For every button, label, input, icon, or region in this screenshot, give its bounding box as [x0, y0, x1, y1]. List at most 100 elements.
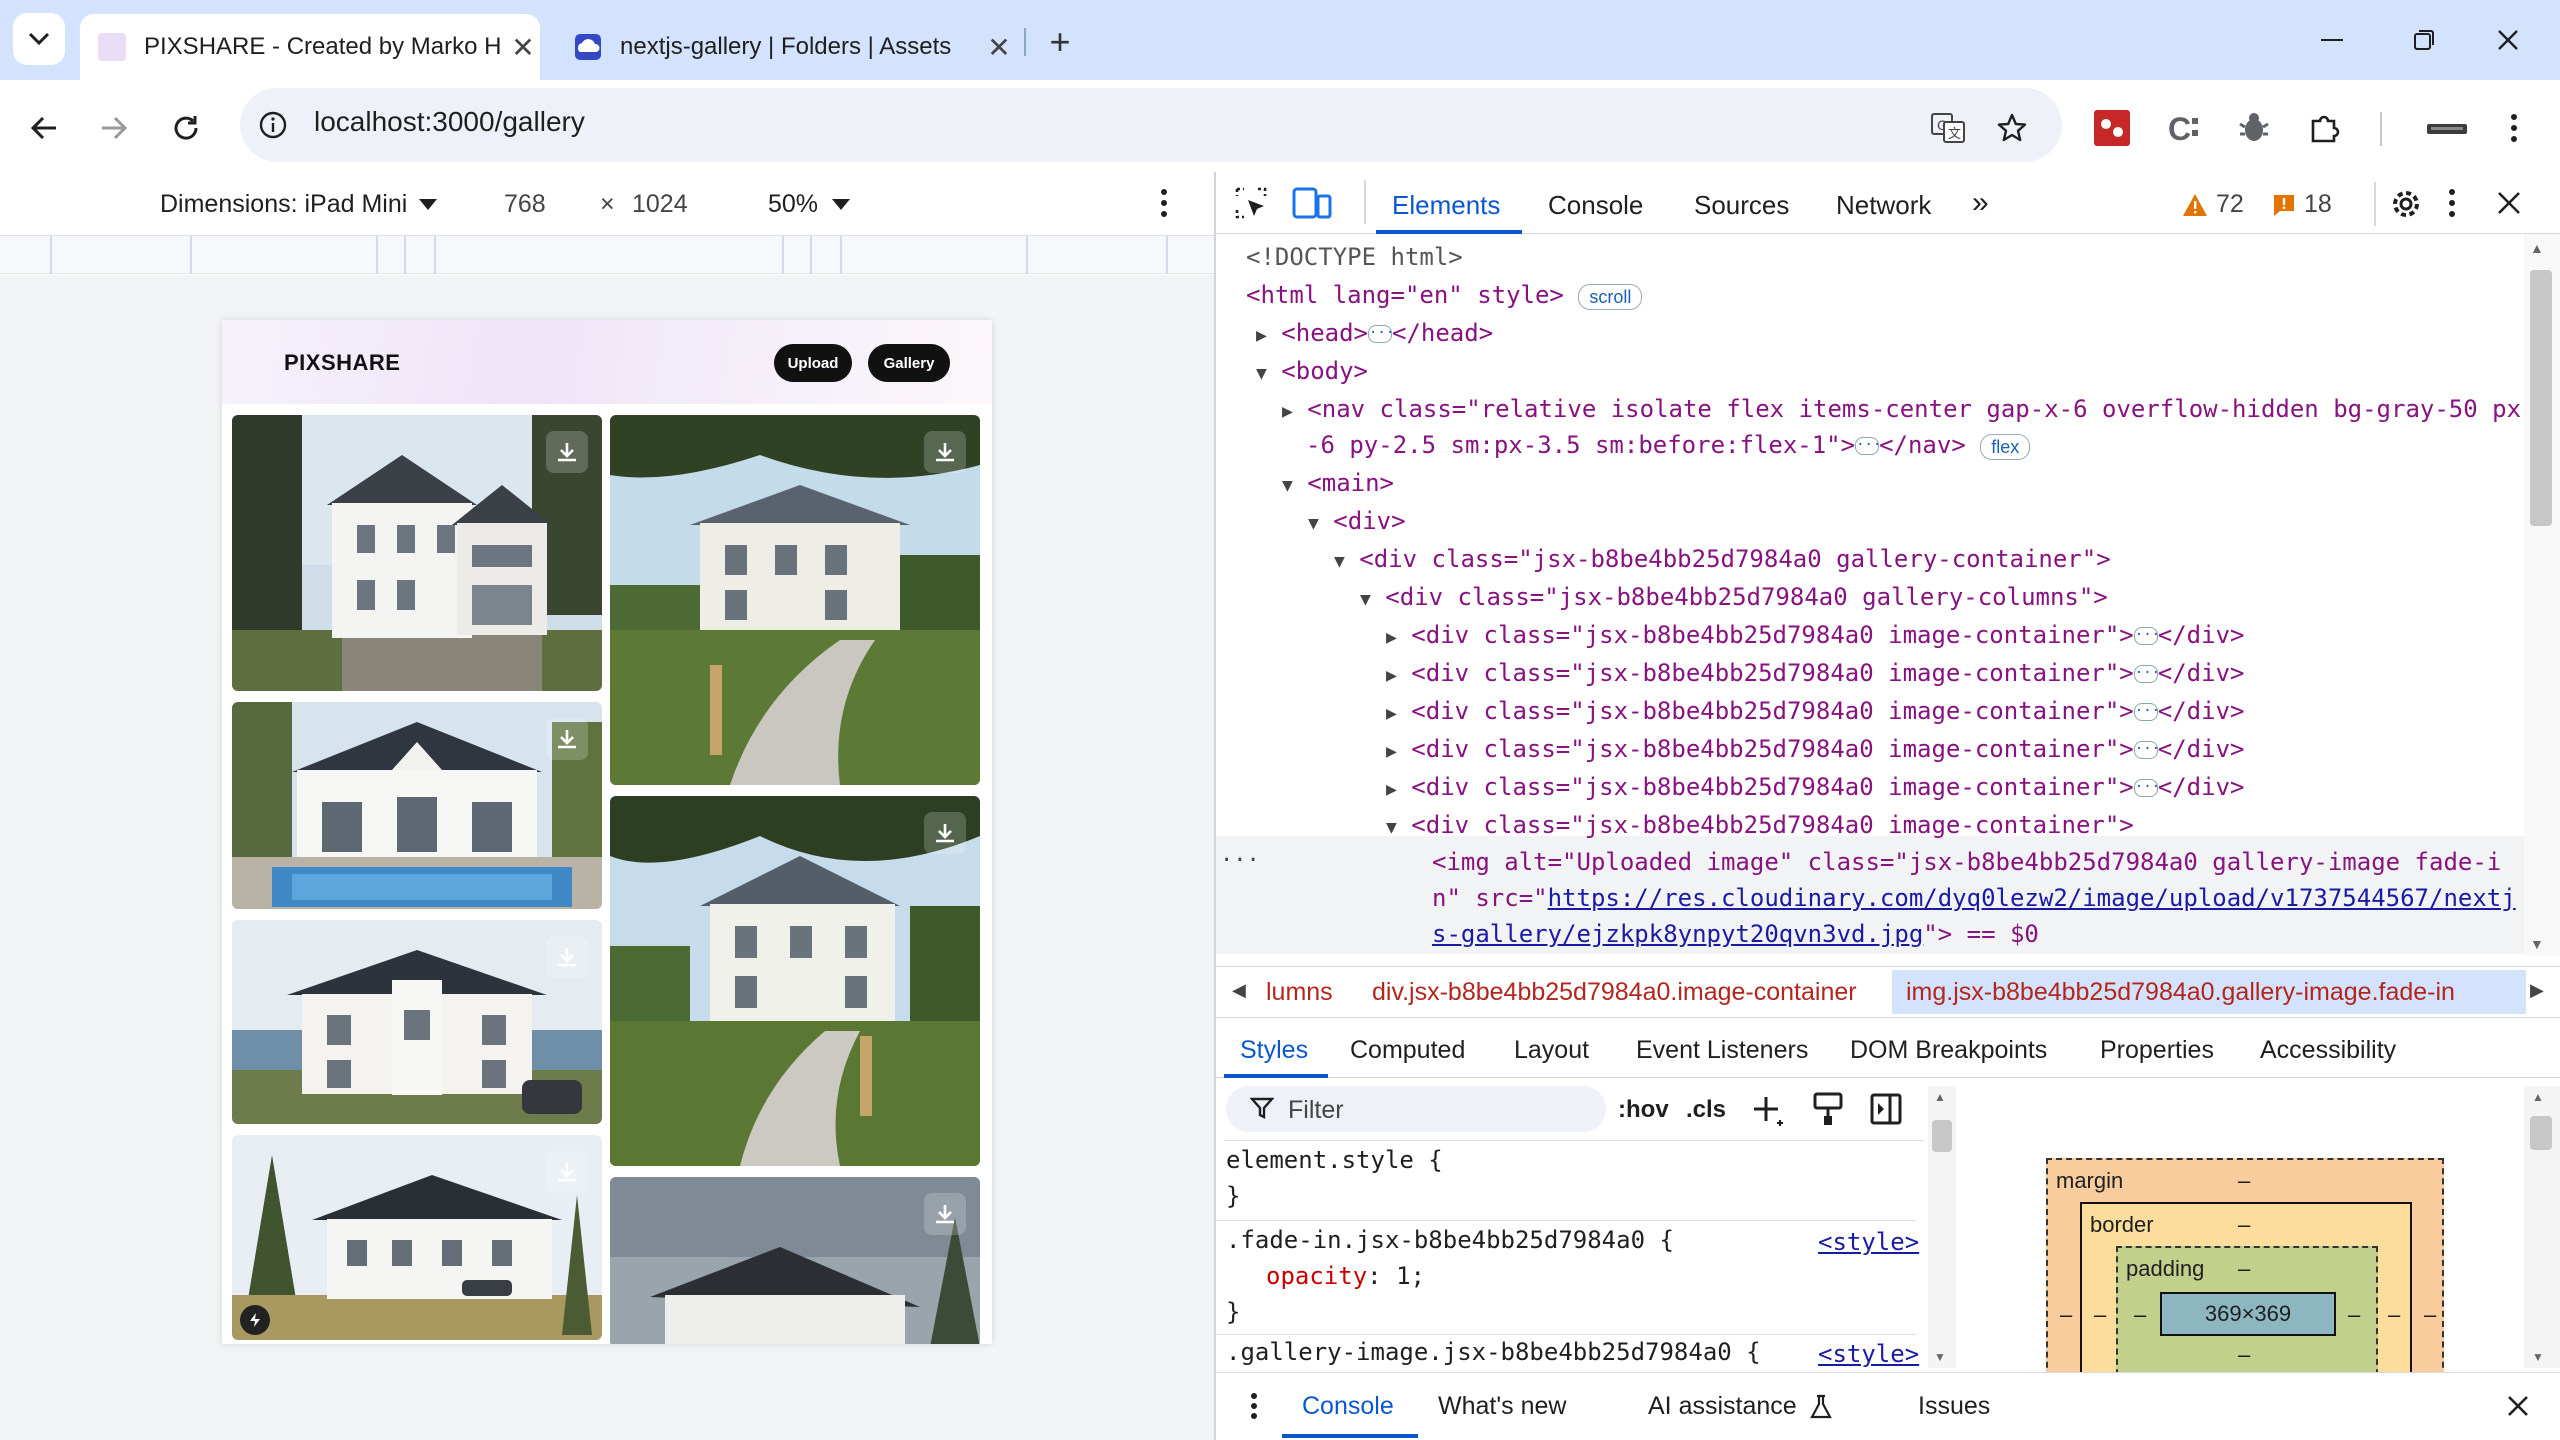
minimize-button[interactable]	[2304, 14, 2360, 66]
reload-button[interactable]	[162, 104, 210, 152]
subtab-styles[interactable]: Styles	[1240, 1036, 1308, 1065]
dom-node-actions-icon[interactable]: ···	[1220, 842, 1260, 880]
extension-c-icon[interactable]: C	[2160, 104, 2208, 152]
subtab-computed[interactable]: Computed	[1350, 1036, 1465, 1065]
download-button[interactable]	[546, 936, 588, 978]
subtab-properties[interactable]: Properties	[2100, 1036, 2214, 1065]
devtools-menu-icon[interactable]	[2448, 188, 2456, 218]
devtools-tab-network[interactable]: Network	[1836, 190, 1931, 221]
style-rule-selector[interactable]: .fade-in.jsx-b8be4bb25d7984a0 {	[1226, 1226, 1674, 1254]
zoom-select[interactable]: 50%	[768, 190, 851, 219]
download-button[interactable]	[546, 431, 588, 473]
inspect-element-icon[interactable]	[1234, 186, 1268, 220]
extensions-puzzle-icon[interactable]	[2300, 104, 2348, 152]
new-tab-button[interactable]: +	[1040, 21, 1080, 62]
forward-button[interactable]	[90, 104, 138, 152]
style-rule-selector[interactable]: element.style {	[1226, 1146, 1443, 1174]
drawer-tab-console[interactable]: Console	[1302, 1392, 1394, 1421]
drawer-tab-ai-assistance[interactable]: AI assistance	[1648, 1392, 1833, 1421]
dropdown-arrow-icon	[419, 198, 438, 210]
style-source-link[interactable]: <style>	[1818, 1228, 1919, 1256]
profile-avatar[interactable]	[2412, 104, 2482, 152]
dom-scrollbar-thumb[interactable]	[2530, 270, 2552, 526]
extension-red-icon[interactable]	[2088, 104, 2136, 152]
flex-badge[interactable]: flex	[1980, 434, 2031, 460]
url-text[interactable]: localhost:3000/gallery	[314, 106, 585, 138]
device-toolbar-menu-icon[interactable]	[1160, 188, 1168, 218]
dom-div: ▼ <div>	[1308, 507, 1406, 535]
box-model-scrollbar-thumb[interactable]	[2530, 1116, 2552, 1150]
box-model-content[interactable]: 369×369	[2160, 1292, 2336, 1336]
style-source-link[interactable]: <style>	[1818, 1340, 1919, 1368]
issues-counter[interactable]: 18	[2272, 190, 2332, 219]
drawer-tab-whats-new[interactable]: What's new	[1438, 1392, 1566, 1421]
media-query-ruler[interactable]	[0, 236, 1214, 274]
download-button[interactable]	[924, 1193, 966, 1235]
translate-icon[interactable]: G文	[1924, 104, 1972, 152]
browser-menu-icon[interactable]	[2490, 104, 2538, 152]
nextjs-dev-indicator[interactable]	[240, 1305, 270, 1335]
scroll-down-arrow-icon[interactable]: ▼	[2530, 936, 2544, 952]
subtab-layout[interactable]: Layout	[1514, 1036, 1589, 1065]
dom-img-src: n" src="https://res.cloudinary.com/dyq0l…	[1432, 884, 2516, 912]
devtools-close-icon[interactable]	[2496, 190, 2522, 216]
close-tab-icon[interactable]: ✕	[506, 30, 540, 64]
breadcrumb-item[interactable]: lumns	[1266, 978, 1333, 1007]
gallery-image[interactable]	[610, 796, 980, 1166]
dom-main: ▼ <main>	[1282, 469, 1394, 497]
restore-button[interactable]	[2396, 14, 2452, 66]
close-tab-icon[interactable]: ✕	[982, 30, 1016, 64]
drawer-close-icon[interactable]	[2506, 1394, 2530, 1418]
breadcrumb-item-selected[interactable]: img.jsx-b8be4bb25d7984a0.gallery-image.f…	[1906, 978, 2455, 1007]
download-button[interactable]	[924, 812, 966, 854]
page-logo[interactable]: PIXSHARE	[284, 350, 400, 376]
back-button[interactable]	[20, 104, 68, 152]
more-tabs-chevron-icon[interactable]: »	[1972, 186, 1989, 220]
devtools-settings-icon[interactable]	[2388, 186, 2424, 222]
drawer-menu-icon[interactable]	[1250, 1392, 1258, 1420]
download-button[interactable]	[546, 718, 588, 760]
subtab-dom-breakpoints[interactable]: DOM Breakpoints	[1850, 1036, 2047, 1065]
close-window-button[interactable]	[2480, 14, 2536, 66]
forward-arrow-icon	[102, 116, 128, 140]
tab-pixshare[interactable]: PIXSHARE - Created by Marko H ✕	[80, 14, 540, 80]
drawer-tab-issues[interactable]: Issues	[1918, 1392, 1990, 1421]
dom-tree[interactable]: <!DOCTYPE html> <html lang="en" style> s…	[1216, 234, 2524, 956]
tab-search-button[interactable]	[13, 13, 65, 65]
device-select[interactable]: Dimensions: iPad Mini	[160, 190, 438, 219]
style-declaration[interactable]: opacity: 1;	[1266, 1262, 1425, 1290]
site-info-icon[interactable]	[258, 110, 288, 140]
upload-button[interactable]: Upload	[774, 344, 852, 382]
download-button[interactable]	[546, 1151, 588, 1193]
devtools-drawer	[1216, 1372, 2560, 1440]
breadcrumb-scroll-right-icon[interactable]: ▶	[2530, 980, 2544, 1001]
gallery-button[interactable]: Gallery	[868, 344, 950, 382]
devtools-tab-console[interactable]: Console	[1548, 190, 1643, 221]
breadcrumb-item[interactable]: div.jsx-b8be4bb25d7984a0.image-container	[1372, 978, 1857, 1007]
tab-cloudinary[interactable]: nextjs-gallery | Folders | Assets ✕	[556, 14, 1016, 80]
download-icon	[558, 730, 576, 749]
device-toolbar-toggle-icon[interactable]	[1292, 186, 1332, 220]
devtools-tab-sources[interactable]: Sources	[1694, 190, 1789, 221]
scroll-up-arrow-icon[interactable]: ▲	[2530, 240, 2544, 256]
tab-title: PIXSHARE - Created by Marko H	[144, 33, 502, 60]
styles-rules[interactable]: element.style { } .fade-in.jsx-b8be4bb25…	[1216, 1078, 1924, 1368]
subtab-event-listeners[interactable]: Event Listeners	[1636, 1036, 1808, 1065]
download-button[interactable]	[924, 431, 966, 473]
device-height-input[interactable]: 1024	[632, 190, 688, 219]
img-src-link[interactable]: s-gallery/ejzkpk8ynpyt20qvn3vd.jpg	[1432, 920, 1923, 948]
bug-icon[interactable]	[2230, 104, 2278, 152]
download-icon	[558, 1163, 576, 1182]
style-rule-selector[interactable]: .gallery-image.jsx-b8be4bb25d7984a0 {	[1226, 1338, 1761, 1366]
dom-gallery-container: ▼ <div class="jsx-b8be4bb25d7984a0 galle…	[1334, 545, 2111, 573]
bookmark-star-icon[interactable]	[1988, 104, 2036, 152]
dom-image-container: ▶ <div class="jsx-b8be4bb25d7984a0 image…	[1386, 697, 2245, 725]
devtools-tab-elements[interactable]: Elements	[1392, 190, 1500, 221]
subtab-accessibility[interactable]: Accessibility	[2260, 1036, 2396, 1065]
gallery-image[interactable]	[610, 415, 980, 785]
scroll-badge[interactable]: scroll	[1578, 284, 1643, 310]
img-src-link[interactable]: https://res.cloudinary.com/dyq0lezw2/ima…	[1548, 884, 2516, 912]
breadcrumb-scroll-left-icon[interactable]: ◀	[1232, 980, 1246, 1001]
warnings-counter[interactable]: 72	[2182, 190, 2244, 219]
device-width-input[interactable]: 768	[504, 190, 546, 219]
